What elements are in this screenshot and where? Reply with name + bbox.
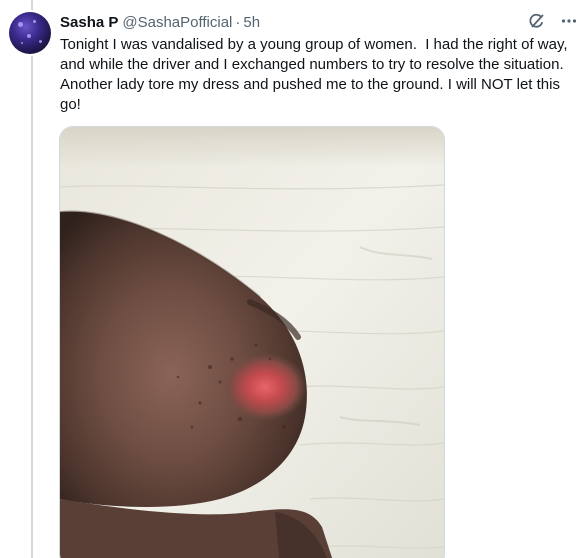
thread-line	[31, 0, 33, 558]
avatar[interactable]	[9, 12, 51, 54]
meta-separator: ·	[235, 13, 241, 31]
grok-icon[interactable]	[528, 12, 546, 30]
tweet-header: Sasha P @SashaPofficial · 5h	[60, 12, 576, 32]
tweet-photo[interactable]	[59, 126, 445, 558]
author-handle[interactable]: @SashaPofficial	[122, 14, 232, 31]
photo-illustration	[60, 127, 444, 558]
header-actions	[528, 12, 578, 30]
more-icon[interactable]	[560, 12, 578, 30]
author-name[interactable]: Sasha P	[60, 14, 118, 31]
post-time[interactable]: 5h	[243, 14, 260, 31]
tweet-container: Sasha P @SashaPofficial · 5h Tonight I w…	[0, 0, 586, 558]
tweet-text: Tonight I was vandalised by a young grou…	[60, 36, 572, 113]
